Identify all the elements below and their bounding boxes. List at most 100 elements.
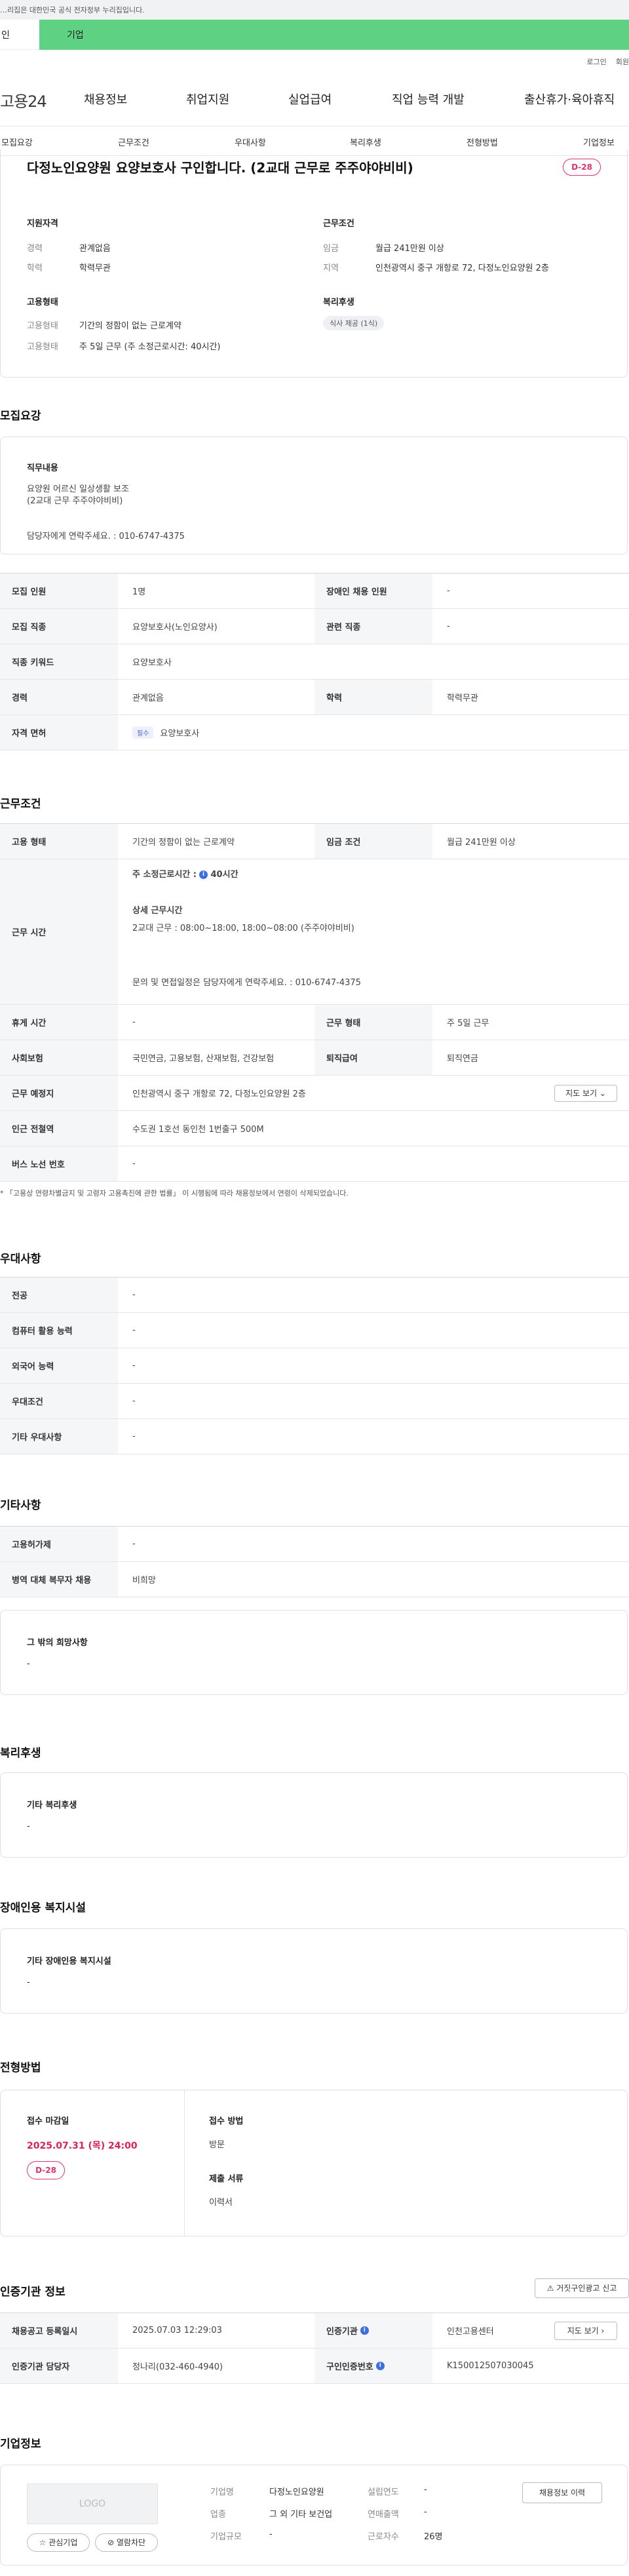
anchor-welfare[interactable]: 복리후생 — [350, 136, 381, 148]
favorite-company-button[interactable]: ☆ 관심기업 — [27, 2533, 90, 2552]
gnb-item-parental-leave[interactable]: 출산휴가·육아휴직 — [524, 90, 615, 107]
welfare-heading: 복리후생 — [323, 298, 354, 307]
map-view-button[interactable]: 지도 보기 ⌄ — [554, 1085, 617, 1102]
table-row: 근무 시간 주 소정근로시간 :i 40시간 상세 근무시간 2교대 근무 : … — [0, 859, 629, 1005]
row-header: 채용공고 등록일시 — [0, 2313, 118, 2348]
row-value: 2025.07.03 12:29:03 — [132, 2326, 222, 2335]
cert-number-header: 구인인증번호 i — [314, 2349, 432, 2383]
weekly-hours-line: 주 소정근로시간 :i 40시간 — [132, 867, 629, 880]
info-icon[interactable]: i — [360, 2326, 369, 2335]
recruit-section-title: 모집요강 — [0, 410, 41, 423]
job-description-line-2: (2교대 근무 주주야야비비) — [27, 496, 123, 506]
row-value: 기간의 정함이 없는 근로계약 — [132, 838, 235, 848]
tab-business[interactable]: 기업 — [39, 20, 629, 50]
gov-banner-text: …리집은 대한민국 공식 전자정부 누리집입니다. — [0, 6, 145, 14]
anchor-preferences[interactable]: 우대사항 — [235, 136, 266, 148]
anchor-work-conditions[interactable]: 근무조건 — [118, 136, 149, 148]
row-header: 직종 키워드 — [0, 644, 118, 679]
row-value: - — [132, 1539, 136, 1549]
wage-label: 임금 — [323, 244, 339, 254]
etc-table: 고용허가제 - 병역 대체 복무자 채용 비희망 — [0, 1526, 629, 1597]
screening-box: 접수 마감일 2025.07.31 (목) 24:00 D-28 접수 방법 방… — [0, 2090, 628, 2236]
agency-header: 인증기관 i — [314, 2313, 432, 2348]
utility-links: 로그인 회원 — [0, 50, 629, 73]
qualification-heading: 지원자격 — [27, 219, 58, 229]
other-wishes-heading: 그 밖의 희망사항 — [27, 1638, 88, 1648]
pref-section-title: 우대사항 — [0, 1253, 41, 1266]
welfare-section-title: 복리후생 — [0, 1747, 41, 1760]
career-label: 경력 — [27, 244, 43, 254]
license-header: 자격 면허 — [0, 715, 118, 750]
agency-section-title: 인증기관 정보 — [0, 2286, 66, 2299]
recruit-history-button[interactable]: 채용정보 이력 — [522, 2482, 602, 2503]
job-description-box: 직무내용 요양원 어르신 일상생활 보조 (2교대 근무 주주야야비비) 담당자… — [0, 437, 628, 555]
row-header: 근무 형태 — [314, 1005, 432, 1040]
signup-link[interactable]: 회원 — [616, 56, 629, 67]
row-header: 컴퓨터 활용 능력 — [0, 1313, 118, 1348]
login-link[interactable]: 로그인 — [586, 56, 606, 67]
row-value: 국민연금, 고용보험, 산재보험, 건강보험 — [132, 1054, 275, 1064]
anchor-screening[interactable]: 전형방법 — [467, 136, 498, 148]
other-wishes-value: - — [27, 1659, 30, 1669]
row-value: - — [447, 621, 450, 631]
company-logo-placeholder: LOGO — [27, 2484, 158, 2524]
row-header: 외국어 능력 — [0, 1348, 118, 1383]
alert-icon: ⚠ — [546, 2284, 554, 2293]
info-icon[interactable]: i — [375, 2362, 385, 2370]
row-value: 비희망 — [132, 1576, 156, 1586]
disabled-section-title: 장애인용 복지시설 — [0, 1902, 86, 1915]
welfare-box: 기타 복리후생 - — [0, 1772, 628, 1858]
block-view-button[interactable]: ⊘ 열람차단 — [95, 2533, 158, 2552]
annual-sales-value: - — [424, 2507, 427, 2517]
age-law-note: * 「고용상 연령차별금지 및 고령자 고용촉진에 관한 법률」 이 시행됨에 … — [0, 1189, 349, 1198]
row-value: 요양보호사(노인요양사) — [132, 623, 218, 633]
cert-number-label: 구인인증번호 — [326, 2362, 373, 2372]
gnb-item-employment-support[interactable]: 취업지원 — [186, 90, 229, 107]
chevron-right-icon: › — [601, 2326, 605, 2335]
job-description-heading: 직무내용 — [27, 463, 58, 473]
agency-map-button[interactable]: 지도 보기 › — [554, 2322, 617, 2340]
gnb-item-vocational-training[interactable]: 직업 능력 개발 — [392, 90, 465, 107]
row-header: 버스 노선 번호 — [0, 1146, 118, 1181]
screening-dday-badge: D-28 — [27, 2161, 65, 2179]
row-header: 관련 직종 — [314, 609, 432, 644]
annual-sales-label: 연매출액 — [368, 2510, 399, 2520]
user-type-tabs: 인 기업 — [0, 20, 629, 50]
favorite-company-label: 관심기업 — [48, 2538, 78, 2547]
chevron-down-icon: ⌄ — [599, 1089, 606, 1098]
site-logo[interactable]: 고용24 — [0, 88, 85, 111]
license-name: 요양보호사 — [160, 729, 200, 739]
deadline-value: 2025.07.31 (목) 24:00 — [27, 2141, 138, 2151]
region-value: 인천광역시 중구 개항로 72, 다정노인요양원 2층 — [375, 263, 549, 273]
row-header: 임금 조건 — [314, 824, 432, 859]
founded-year-label: 설립연도 — [368, 2488, 399, 2497]
documents-value: 이력서 — [209, 2198, 233, 2208]
row-header: 모집 인원 — [0, 574, 118, 608]
documents-heading: 제출 서류 — [209, 2174, 244, 2184]
agency-map-label: 지도 보기 — [567, 2326, 599, 2335]
anchor-company[interactable]: 기업정보 — [583, 136, 615, 148]
wage-value: 월급 241만원 이상 — [375, 244, 444, 254]
tab-individual[interactable]: 인 — [0, 20, 39, 50]
row-value: - — [132, 1432, 136, 1441]
row-value: 퇴직연금 — [447, 1054, 478, 1064]
report-fake-ad-button[interactable]: ⚠ 거짓구인광고 신고 — [535, 2278, 629, 2298]
table-row: 외국어 능력 - — [0, 1348, 629, 1384]
row-value: 수도권 1호선 동인천 1번출구 500M — [132, 1125, 264, 1135]
row-value: 관계없음 — [132, 693, 164, 703]
row-header: 우대조건 — [0, 1384, 118, 1418]
company-scale-value: - — [269, 2529, 273, 2539]
anchor-recruit[interactable]: 모집요강 — [1, 136, 33, 148]
employment-type-value: 기간의 정함이 없는 근로계약 — [79, 321, 181, 331]
company-section-title: 기업정보 — [0, 2438, 41, 2451]
gnb-item-unemployment-benefit[interactable]: 실업급여 — [288, 90, 332, 107]
apply-method-heading: 접수 방법 — [209, 2117, 244, 2126]
other-wishes-box: 그 밖의 희망사항 - — [0, 1610, 628, 1695]
gnb-item-jobs[interactable]: 채용정보 — [84, 90, 127, 107]
employment-schedule-label: 고용형태 — [27, 342, 58, 352]
gov-banner: …리집은 대한민국 공식 전자정부 누리집입니다. — [0, 0, 629, 20]
row-header: 휴게 시간 — [0, 1005, 118, 1040]
info-icon[interactable]: i — [199, 870, 208, 879]
row-value: 인천광역시 중구 개항로 72, 다정노인요양원 2층 — [132, 1089, 306, 1099]
table-row: 사회보험 국민연금, 고용보험, 산재보험, 건강보험 퇴직급여 퇴직연금 — [0, 1040, 629, 1076]
